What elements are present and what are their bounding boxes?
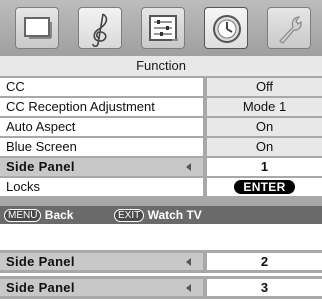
row-label: Side Panel [0,279,203,296]
row-label: Blue Screen [0,138,203,156]
menu-row-blue-screen[interactable]: Blue Screen On [0,138,322,157]
left-arrow-icon[interactable] [186,163,191,171]
settings-sliders-icon [149,15,178,41]
watch-tv-hint[interactable]: EXIT Watch TV [114,206,202,224]
back-hint[interactable]: MENU Back [4,206,73,224]
row-label: Auto Aspect [0,118,203,136]
enter-button[interactable]: ENTER [234,180,295,194]
menu-row-auto-aspect[interactable]: Auto Aspect On [0,118,322,137]
row-label: Locks [0,178,203,196]
menu-row-cc[interactable]: CC Off [0,78,322,97]
row-label: Side Panel [0,158,203,176]
treble-clef-icon [92,13,108,48]
row-value: 1 [207,158,322,176]
row-label: Side Panel [0,253,203,270]
left-arrow-icon[interactable] [186,258,191,266]
row-value: Mode 1 [207,98,322,116]
row-value: 2 [207,253,322,270]
row-value: Off [207,78,322,96]
side-panel-row-3[interactable]: Side Panel 3 [0,279,322,296]
side-panel-step-3-frame: Side Panel 3 [0,276,322,299]
menu-footer: MENU Back EXIT Watch TV [0,206,322,224]
row-value: ENTER [207,178,322,196]
tv-screen-icon [24,17,52,39]
tab-picture[interactable] [15,7,59,49]
wrench-icon [279,16,302,44]
row-label: CC Reception Adjustment [0,98,203,116]
side-panel-row-2[interactable]: Side Panel 2 [0,253,322,270]
row-value: On [207,118,322,136]
menu-row-side-panel[interactable]: Side Panel 1 [0,158,322,177]
side-panel-step-2-frame: Side Panel 2 [0,250,322,273]
left-arrow-icon[interactable] [186,284,191,292]
tab-audio[interactable] [78,7,122,49]
watch-tv-label: Watch TV [147,208,202,222]
row-value: 3 [207,279,322,296]
tab-setup[interactable] [141,7,185,49]
exit-key: EXIT [114,209,145,222]
tab-function[interactable] [204,7,248,49]
menu-key: MENU [4,209,42,222]
back-label: Back [44,208,74,222]
menu-row-locks[interactable]: Locks ENTER [0,178,322,197]
menu-row-cc-reception-adjustment[interactable]: CC Reception Adjustment Mode 1 [0,98,322,117]
tab-locks[interactable] [267,7,311,49]
clock-icon [213,15,241,43]
row-value: On [207,138,322,156]
menu-icon-bar [0,0,322,56]
function-menu: Function CC Off CC Reception Adjustment … [0,0,322,224]
menu-title: Function [0,56,322,76]
row-label: CC [0,78,203,96]
